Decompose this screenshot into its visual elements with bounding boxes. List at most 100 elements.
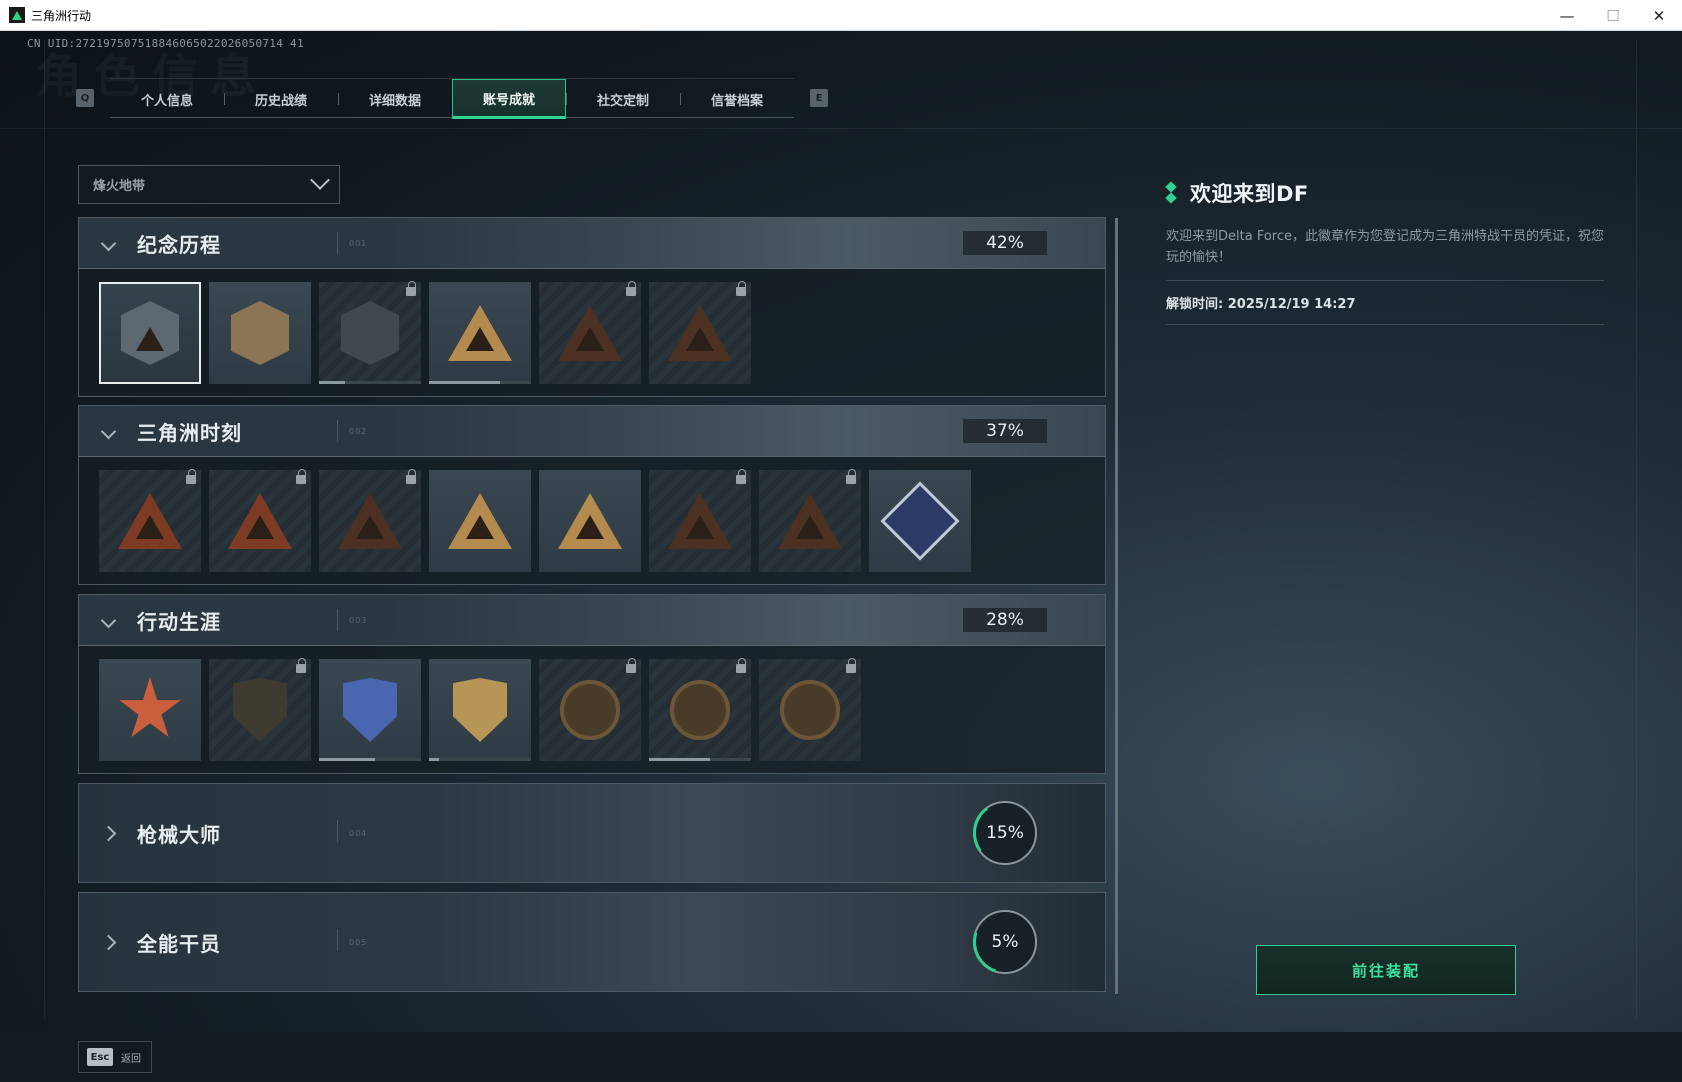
badge-slot[interactable] xyxy=(319,469,421,572)
badge-slot[interactable] xyxy=(99,659,201,761)
lock-icon xyxy=(406,469,416,484)
tab-0[interactable]: 个人信息 xyxy=(110,79,224,119)
badge-slot[interactable] xyxy=(539,658,641,761)
badge-progress-fill xyxy=(649,758,711,761)
chevron-down-icon xyxy=(310,170,330,190)
lock-icon xyxy=(846,469,856,484)
triangle-emblem-icon xyxy=(558,489,622,553)
tab-next-key[interactable]: E xyxy=(810,89,828,107)
lock-icon xyxy=(186,469,196,484)
progress-ring: 15% xyxy=(968,796,1042,870)
badge-slot[interactable] xyxy=(99,469,201,572)
badge-progress-fill xyxy=(429,758,440,761)
detail-header: 欢迎来到DF xyxy=(1166,178,1604,208)
badge-grid xyxy=(79,457,1105,584)
maximize-button[interactable]: ☐ xyxy=(1590,0,1636,31)
badge-slot[interactable] xyxy=(429,282,531,384)
badge-slot[interactable] xyxy=(539,281,641,384)
triangle-emblem-icon xyxy=(118,301,182,365)
category-header[interactable]: 枪械大师 004 15% xyxy=(79,784,1105,882)
star-emblem-icon xyxy=(118,677,182,742)
chevron-down-icon[interactable] xyxy=(100,235,117,251)
badge-progress-bar xyxy=(429,758,531,761)
badge-slot[interactable] xyxy=(759,658,861,761)
badge-slot[interactable] xyxy=(209,658,311,761)
tab-2[interactable]: 详细数据 xyxy=(338,79,452,119)
esc-key: Esc xyxy=(87,1048,113,1066)
detail-title: 欢迎来到DF xyxy=(1190,182,1309,206)
equip-button[interactable]: 前往装配 xyxy=(1256,945,1516,995)
lock-icon xyxy=(736,469,746,484)
lock-icon xyxy=(626,281,636,296)
badge-slot[interactable] xyxy=(429,659,531,761)
chevron-right-icon[interactable] xyxy=(100,825,117,841)
lock-icon xyxy=(406,281,416,296)
badge-slot[interactable] xyxy=(759,469,861,572)
app-icon xyxy=(9,7,25,23)
window-titlebar: 三角洲行动 — ☐ ✕ xyxy=(0,0,1682,31)
badge-progress-fill xyxy=(319,381,345,384)
badge-slot[interactable] xyxy=(429,470,531,572)
badge-slot[interactable] xyxy=(319,281,421,384)
badge-progress-bar xyxy=(649,758,751,761)
tab-5[interactable]: 信誉档案 xyxy=(680,79,794,119)
category-percent: 28% xyxy=(963,608,1047,632)
tab-bar: Q 个人信息 历史战绩 详细数据 账号成就 社交定制 信誉档案 E xyxy=(76,78,828,119)
tab-3[interactable]: 账号成就 xyxy=(452,79,566,119)
minimize-button[interactable]: — xyxy=(1544,0,1590,31)
category-number: 004 xyxy=(349,828,368,838)
category-percent: 42% xyxy=(963,231,1047,255)
window-title: 三角洲行动 xyxy=(31,8,92,23)
category-percent: 37% xyxy=(963,419,1047,443)
chevron-down-icon[interactable] xyxy=(100,612,117,628)
triangle-emblem-icon xyxy=(448,489,512,553)
category-header[interactable]: 三角洲时刻 002 37% xyxy=(79,406,1105,457)
category-header[interactable]: 纪念历程 001 42% xyxy=(79,218,1105,269)
chevron-right-icon[interactable] xyxy=(100,934,117,950)
triangle-emblem-icon xyxy=(228,489,292,553)
shield-emblem-icon xyxy=(448,678,512,742)
game-window: 三角洲行动 — ☐ ✕ 角色信息 CN UID:2721975075188460… xyxy=(0,0,1682,1082)
category-number: 002 xyxy=(349,426,368,436)
category-name: 三角洲时刻 xyxy=(137,420,242,445)
badge-slot[interactable] xyxy=(869,470,971,572)
badge-slot[interactable] xyxy=(319,659,421,761)
badge-slot[interactable] xyxy=(649,281,751,384)
header-divider xyxy=(337,820,338,842)
header-divider xyxy=(337,929,338,951)
lock-icon xyxy=(736,658,746,673)
badge-progress-bar xyxy=(319,758,421,761)
category-panel: 枪械大师 004 15% xyxy=(78,783,1106,883)
medal-emblem-icon xyxy=(558,678,622,742)
badge-slot[interactable] xyxy=(539,470,641,572)
badge-progress-bar xyxy=(429,381,531,384)
category-header[interactable]: 行动生涯 003 28% xyxy=(79,595,1105,646)
badge-grid xyxy=(79,269,1105,396)
tab-4[interactable]: 社交定制 xyxy=(566,79,680,119)
close-button[interactable]: ✕ xyxy=(1636,0,1682,31)
progress-ring-arc xyxy=(968,796,1042,870)
tab-1[interactable]: 历史战绩 xyxy=(224,79,338,119)
category-header[interactable]: 全能干员 005 5% xyxy=(79,893,1105,991)
category-number: 005 xyxy=(349,937,368,947)
chevron-down-icon[interactable] xyxy=(100,423,117,439)
mode-select[interactable]: 烽火地带 xyxy=(78,165,340,204)
triangle-emblem-icon xyxy=(778,489,842,553)
badge-slot[interactable] xyxy=(209,469,311,572)
tab-prev-key[interactable]: Q xyxy=(76,89,94,107)
triangle-emblem-icon xyxy=(338,489,402,553)
list-scrollbar[interactable] xyxy=(1115,218,1118,994)
shield-emblem-icon xyxy=(228,678,292,742)
badge-slot[interactable] xyxy=(649,469,751,572)
category-name: 全能干员 xyxy=(137,931,221,956)
lock-icon xyxy=(296,469,306,484)
lock-icon xyxy=(626,658,636,673)
badge-slot[interactable] xyxy=(649,658,751,761)
achievement-detail: 欢迎来到DF 欢迎来到Delta Force，此徽章作为您登记成为三角洲特战干员… xyxy=(1166,178,1604,325)
shield-emblem-icon xyxy=(338,678,402,742)
back-button[interactable]: Esc 返回 xyxy=(78,1041,152,1073)
bottom-bar xyxy=(0,1032,1682,1082)
triangle-emblem-icon xyxy=(118,489,182,553)
badge-slot[interactable] xyxy=(209,282,311,384)
badge-slot[interactable] xyxy=(99,282,201,384)
